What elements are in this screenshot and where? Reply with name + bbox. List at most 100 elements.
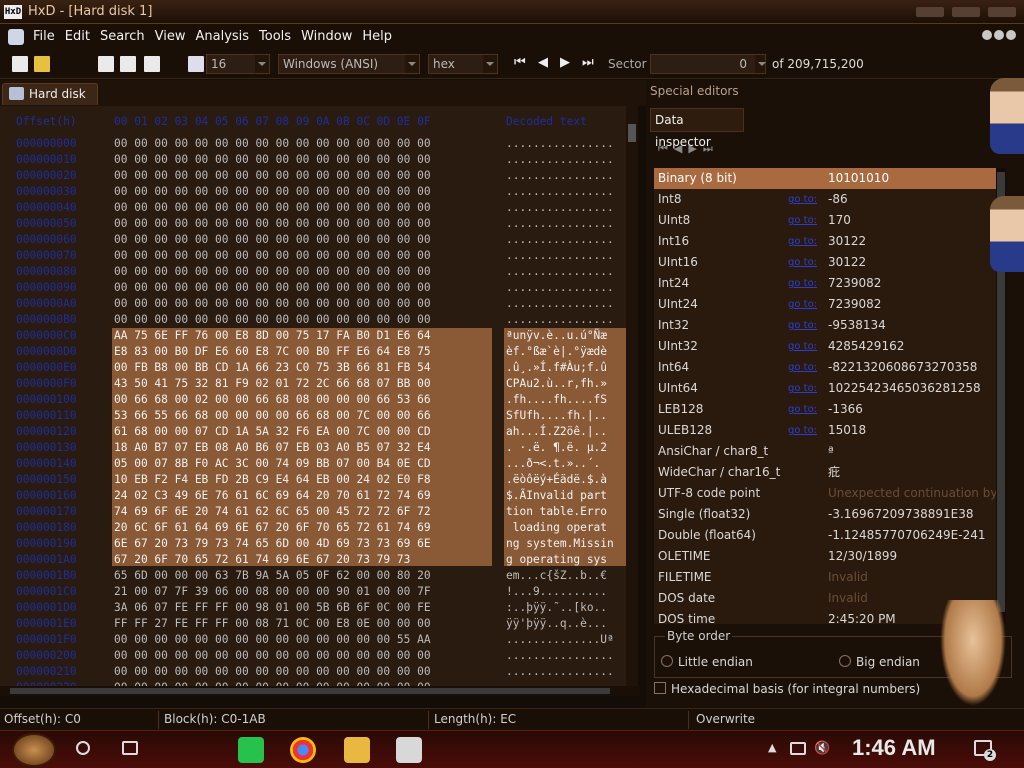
row-hex-bytes[interactable]: 3A 06 07 FE FF FF 00 98 01 00 5B 6B 6F 0… xyxy=(114,600,431,616)
prev-sector-icon[interactable]: ◀ xyxy=(538,55,548,75)
inspector-row[interactable]: AnsiChar / char8_t ª xyxy=(654,441,996,462)
hex-row[interactable]: 000000160 24 02 C3 49 6E 76 61 6C 69 64 2… xyxy=(0,488,626,504)
inspector-row[interactable]: WideChar / char16_t 疪 xyxy=(654,462,996,483)
hex-row[interactable]: 0000001A0 67 20 6F 70 65 72 61 74 69 6E 6… xyxy=(0,552,626,568)
open-ram-icon[interactable] xyxy=(120,56,136,72)
row-hex-bytes[interactable]: 00 00 00 00 00 00 00 00 00 00 00 00 00 0… xyxy=(114,648,431,664)
row-decoded-text[interactable]: SfUfh....fh.|.. xyxy=(506,408,607,424)
row-decoded-text[interactable]: loading operat xyxy=(506,520,607,536)
go-to-link[interactable]: go to: xyxy=(788,231,817,252)
row-decoded-text[interactable]: !...9.......... xyxy=(506,584,607,600)
hxd-taskbar-icon[interactable] xyxy=(396,737,422,763)
row-hex-bytes[interactable]: 00 00 00 00 00 00 00 00 00 00 00 00 00 0… xyxy=(114,248,431,264)
inspector-row[interactable]: Single (float32) -3.16967209738891E38 xyxy=(654,504,996,525)
tray-chevron-up-icon[interactable]: ▲ xyxy=(768,741,776,754)
row-hex-bytes[interactable]: 24 02 C3 49 6E 76 61 6C 69 64 20 70 61 7… xyxy=(114,488,431,504)
first-sector-icon[interactable]: ⏮ xyxy=(514,55,526,75)
hex-row[interactable]: 0000000C0 AA 75 6E FF 76 00 E8 8D 00 75 1… xyxy=(0,328,626,344)
inspector-value[interactable]: 2:45:20 PM xyxy=(828,609,896,624)
inspector-value[interactable]: 170 xyxy=(828,210,851,231)
row-hex-bytes[interactable]: 10 EB F2 F4 EB FD 2B C9 E4 64 EB 00 24 0… xyxy=(114,472,431,488)
go-to-link[interactable]: go to: xyxy=(788,336,817,357)
row-decoded-text[interactable]: ªunÿv.è..u.ú°Ñæ xyxy=(506,328,607,344)
row-decoded-text[interactable]: èf.°ßæ`è|.°ÿædè xyxy=(506,344,607,360)
row-decoded-text[interactable]: ................ xyxy=(506,664,614,680)
hex-row[interactable]: 0000001F0 00 00 00 00 00 00 00 00 00 00 0… xyxy=(0,632,626,648)
status-mode[interactable]: Overwrite xyxy=(696,712,755,726)
hex-row[interactable]: 000000000 00 00 00 00 00 00 00 00 00 00 0… xyxy=(0,136,626,152)
hex-row[interactable]: 000000010 00 00 00 00 00 00 00 00 00 00 0… xyxy=(0,152,626,168)
chrome-app-icon[interactable] xyxy=(290,737,316,763)
inspector-value[interactable]: -86 xyxy=(828,189,848,210)
inspector-value[interactable]: Invalid xyxy=(828,588,868,609)
last-sector-icon[interactable]: ⏭ xyxy=(582,55,594,75)
hex-row[interactable]: 000000050 00 00 00 00 00 00 00 00 00 00 0… xyxy=(0,216,626,232)
inspector-value[interactable]: 12/30/1899 xyxy=(828,546,897,567)
hex-row[interactable]: 000000170 74 69 6F 6E 20 74 61 62 6C 65 0… xyxy=(0,504,626,520)
mdi-minimize-button[interactable] xyxy=(982,30,992,40)
row-hex-bytes[interactable]: 00 00 00 00 00 00 00 00 00 00 00 00 00 0… xyxy=(114,296,431,312)
menu-analysis[interactable]: Analysis xyxy=(190,29,254,44)
inspector-row[interactable]: Double (float64) -1.12485770706249E-241 xyxy=(654,525,996,546)
inspector-row[interactable]: Int64 go to: -8221320608673270358 xyxy=(654,357,996,378)
inspector-value[interactable]: 10225423465036281258 xyxy=(828,378,981,399)
inspector-value[interactable]: -9538134 xyxy=(828,315,886,336)
hex-row[interactable]: 000000100 00 66 68 00 02 00 00 66 68 08 0… xyxy=(0,392,626,408)
hex-row[interactable]: 000000080 00 00 00 00 00 00 00 00 00 00 0… xyxy=(0,264,626,280)
row-decoded-text[interactable]: ÿÿ'þÿÿ..q..è... xyxy=(506,616,607,632)
row-hex-bytes[interactable]: 53 66 55 66 68 00 00 00 00 66 68 00 7C 0… xyxy=(114,408,431,424)
row-hex-bytes[interactable]: 00 00 00 00 00 00 00 00 00 00 00 00 00 0… xyxy=(114,200,431,216)
row-decoded-text[interactable]: em...c{šZ..b..€ xyxy=(506,568,607,584)
inspector-value[interactable]: 7239082 xyxy=(828,273,881,294)
hex-row[interactable]: 0000001B0 65 6D 00 00 00 63 7B 9A 5A 05 0… xyxy=(0,568,626,584)
hex-editor[interactable]: Offset(h) 00 01 02 03 04 05 06 07 08 09 0… xyxy=(0,106,626,686)
row-hex-bytes[interactable]: 00 00 00 00 00 00 00 00 00 00 00 00 00 0… xyxy=(114,664,431,680)
row-hex-bytes[interactable]: 00 00 00 00 00 00 00 00 00 00 00 00 00 0… xyxy=(114,216,431,232)
menu-edit[interactable]: Edit xyxy=(60,29,95,44)
row-hex-bytes[interactable]: 20 6C 6F 61 64 69 6E 67 20 6F 70 65 72 6… xyxy=(114,520,431,536)
file-explorer-icon[interactable] xyxy=(344,737,370,763)
inspector-row[interactable]: Int16 go to: 30122 xyxy=(654,231,996,252)
open-disk-icon[interactable] xyxy=(98,56,114,72)
row-hex-bytes[interactable]: 00 00 00 00 00 00 00 00 00 00 00 00 00 0… xyxy=(114,152,431,168)
hex-row[interactable]: 000000040 00 00 00 00 00 00 00 00 00 00 0… xyxy=(0,200,626,216)
hex-row[interactable]: 000000210 00 00 00 00 00 00 00 00 00 00 0… xyxy=(0,664,626,680)
go-to-link[interactable]: go to: xyxy=(788,315,817,336)
hex-row[interactable]: 000000200 00 00 00 00 00 00 00 00 00 00 0… xyxy=(0,648,626,664)
row-hex-bytes[interactable]: 00 00 00 00 00 00 00 00 00 00 00 00 00 0… xyxy=(114,136,431,152)
row-decoded-text[interactable]: ................ xyxy=(506,136,614,152)
row-decoded-text[interactable]: ah...Í.Z2öê.|.. xyxy=(506,424,607,440)
row-decoded-text[interactable]: ................ xyxy=(506,200,614,216)
inspector-row[interactable]: FILETIME Invalid xyxy=(654,567,996,588)
inspector-value[interactable]: -1366 xyxy=(828,399,863,420)
new-file-icon[interactable] xyxy=(12,56,28,72)
menu-search[interactable]: Search xyxy=(95,29,150,44)
row-decoded-text[interactable]: ................ xyxy=(506,648,614,664)
row-hex-bytes[interactable]: 00 FB B8 00 BB CD 1A 66 23 C0 75 3B 66 8… xyxy=(114,360,431,376)
open-folder-icon[interactable] xyxy=(34,56,50,72)
big-endian-radio[interactable]: Big endian xyxy=(839,655,920,669)
inspector-row[interactable]: ULEB128 go to: 15018 xyxy=(654,420,996,441)
inspector-value[interactable]: Invalid xyxy=(828,567,868,588)
hex-row[interactable]: 0000000E0 00 FB B8 00 BB CD 1A 66 23 C0 7… xyxy=(0,360,626,376)
row-hex-bytes[interactable]: 05 00 07 8B F0 AC 3C 00 74 09 BB 07 00 B… xyxy=(114,456,431,472)
document-menu-icon[interactable] xyxy=(8,28,24,45)
inspector-value[interactable]: 7239082 xyxy=(828,294,881,315)
inspector-value[interactable]: -3.16967209738891E38 xyxy=(828,504,974,525)
inspector-value[interactable]: 30122 xyxy=(828,252,866,273)
offset-base-select[interactable]: hex xyxy=(428,54,498,74)
row-decoded-text[interactable]: ..............Uª xyxy=(506,632,614,648)
inspector-row[interactable]: UInt64 go to: 10225423465036281258 xyxy=(654,378,996,399)
row-decoded-text[interactable]: $.ÃInvalid part xyxy=(506,488,607,504)
scroll-thumb[interactable] xyxy=(628,124,636,142)
sector-input[interactable]: 0 xyxy=(650,54,766,74)
hex-row[interactable]: 000000110 53 66 55 66 68 00 00 00 00 66 6… xyxy=(0,408,626,424)
tab-data-inspector[interactable]: Data inspector xyxy=(650,108,744,149)
row-decoded-text[interactable]: :..þÿÿ.˜..[ko.. xyxy=(506,600,607,616)
inspector-value[interactable]: -1.12485770706249E-241 xyxy=(828,525,985,546)
inspector-value[interactable]: 30122 xyxy=(828,231,866,252)
next-sector-icon[interactable]: ▶ xyxy=(560,55,570,75)
hex-row[interactable]: 0000000D0 E8 83 00 B0 DF E6 60 E8 7C 00 B… xyxy=(0,344,626,360)
row-decoded-text[interactable]: ................ xyxy=(506,184,614,200)
row-hex-bytes[interactable]: 00 00 00 00 00 00 00 00 00 00 00 00 00 0… xyxy=(114,184,431,200)
